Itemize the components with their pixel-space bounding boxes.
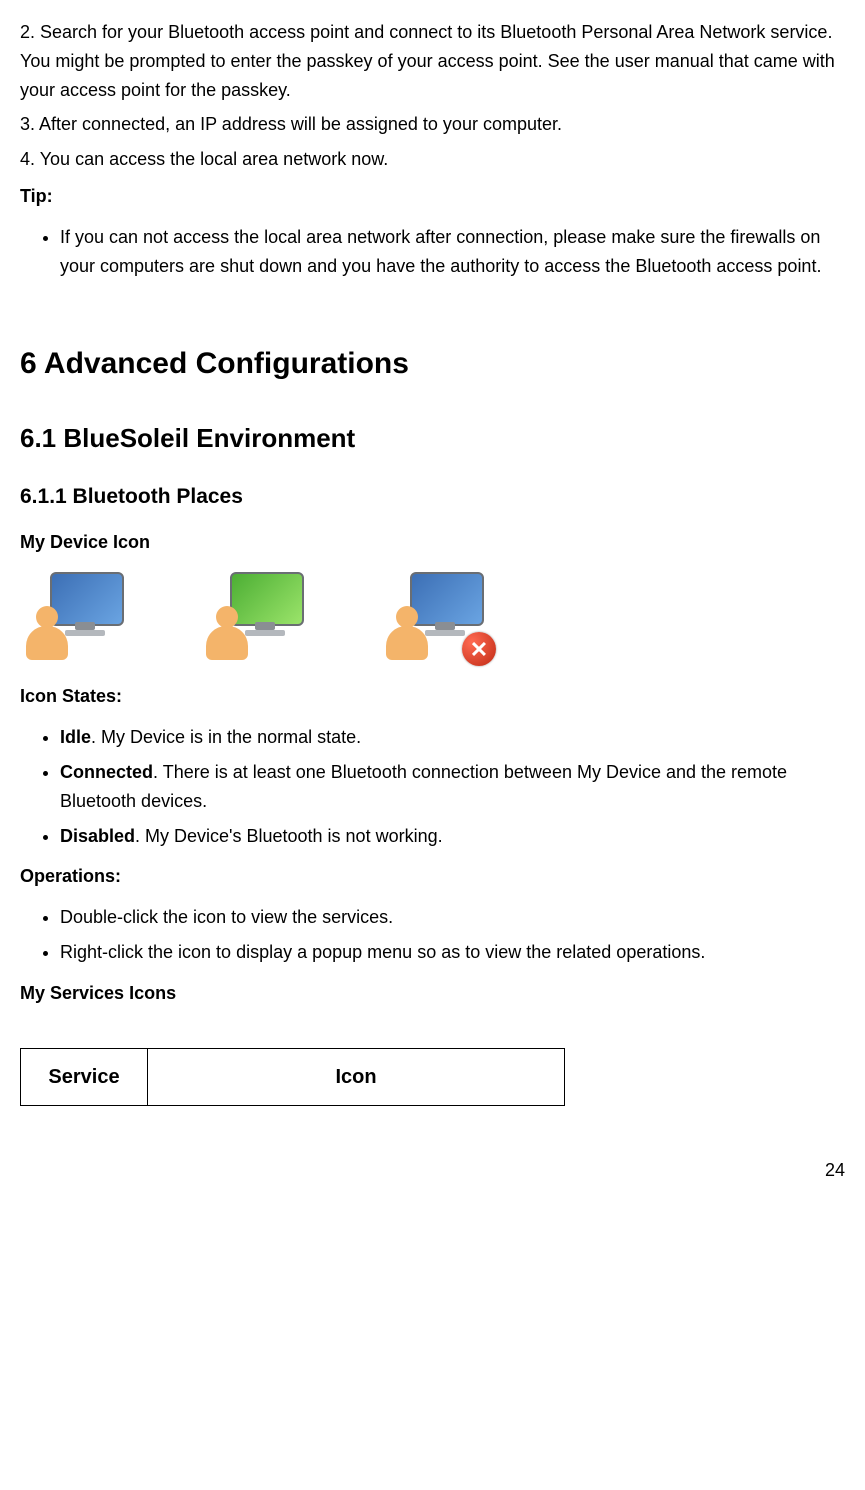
device-icons-row: ✕ (20, 572, 845, 662)
icon-state-rest: . There is at least one Bluetooth connec… (60, 762, 787, 811)
device-connected-icon (200, 572, 310, 662)
operations-list: Double-click the icon to view the servic… (60, 903, 845, 967)
operations-label: Operations: (20, 862, 845, 891)
table-header-icon: Icon (148, 1048, 565, 1105)
services-table: Service Icon (20, 1048, 565, 1106)
icon-state-term: Connected (60, 762, 153, 782)
device-idle-icon (20, 572, 130, 662)
heading-6-1: 6.1 BlueSoleil Environment (20, 418, 845, 460)
icon-state-item: Connected. There is at least one Bluetoo… (60, 758, 845, 816)
my-services-icons-label: My Services Icons (20, 979, 845, 1008)
icon-states-label: Icon States: (20, 682, 845, 711)
icon-state-item: Idle. My Device is in the normal state. (60, 723, 845, 752)
step-2: 2. Search for your Bluetooth access poin… (20, 18, 845, 104)
x-icon: ✕ (462, 632, 496, 666)
device-disabled-icon: ✕ (380, 572, 490, 662)
tip-item: If you can not access the local area net… (60, 223, 845, 281)
step-3: 3. After connected, an IP address will b… (20, 110, 845, 139)
heading-6-1-1: 6.1.1 Bluetooth Places (20, 480, 845, 514)
icon-state-term: Idle (60, 727, 91, 747)
icon-state-item: Disabled. My Device's Bluetooth is not w… (60, 822, 845, 851)
operation-item: Double-click the icon to view the servic… (60, 903, 845, 932)
icon-states-list: Idle. My Device is in the normal state. … (60, 723, 845, 850)
icon-state-term: Disabled (60, 826, 135, 846)
heading-6: 6 Advanced Configurations (20, 340, 845, 388)
tip-list: If you can not access the local area net… (60, 223, 845, 281)
tip-label: Tip: (20, 182, 845, 211)
operation-item: Right-click the icon to display a popup … (60, 938, 845, 967)
table-header-service: Service (21, 1048, 148, 1105)
icon-state-rest: . My Device's Bluetooth is not working. (135, 826, 443, 846)
icon-state-rest: . My Device is in the normal state. (91, 727, 361, 747)
my-device-icon-label: My Device Icon (20, 528, 845, 557)
page-number: 24 (20, 1156, 845, 1185)
step-4: 4. You can access the local area network… (20, 145, 845, 174)
